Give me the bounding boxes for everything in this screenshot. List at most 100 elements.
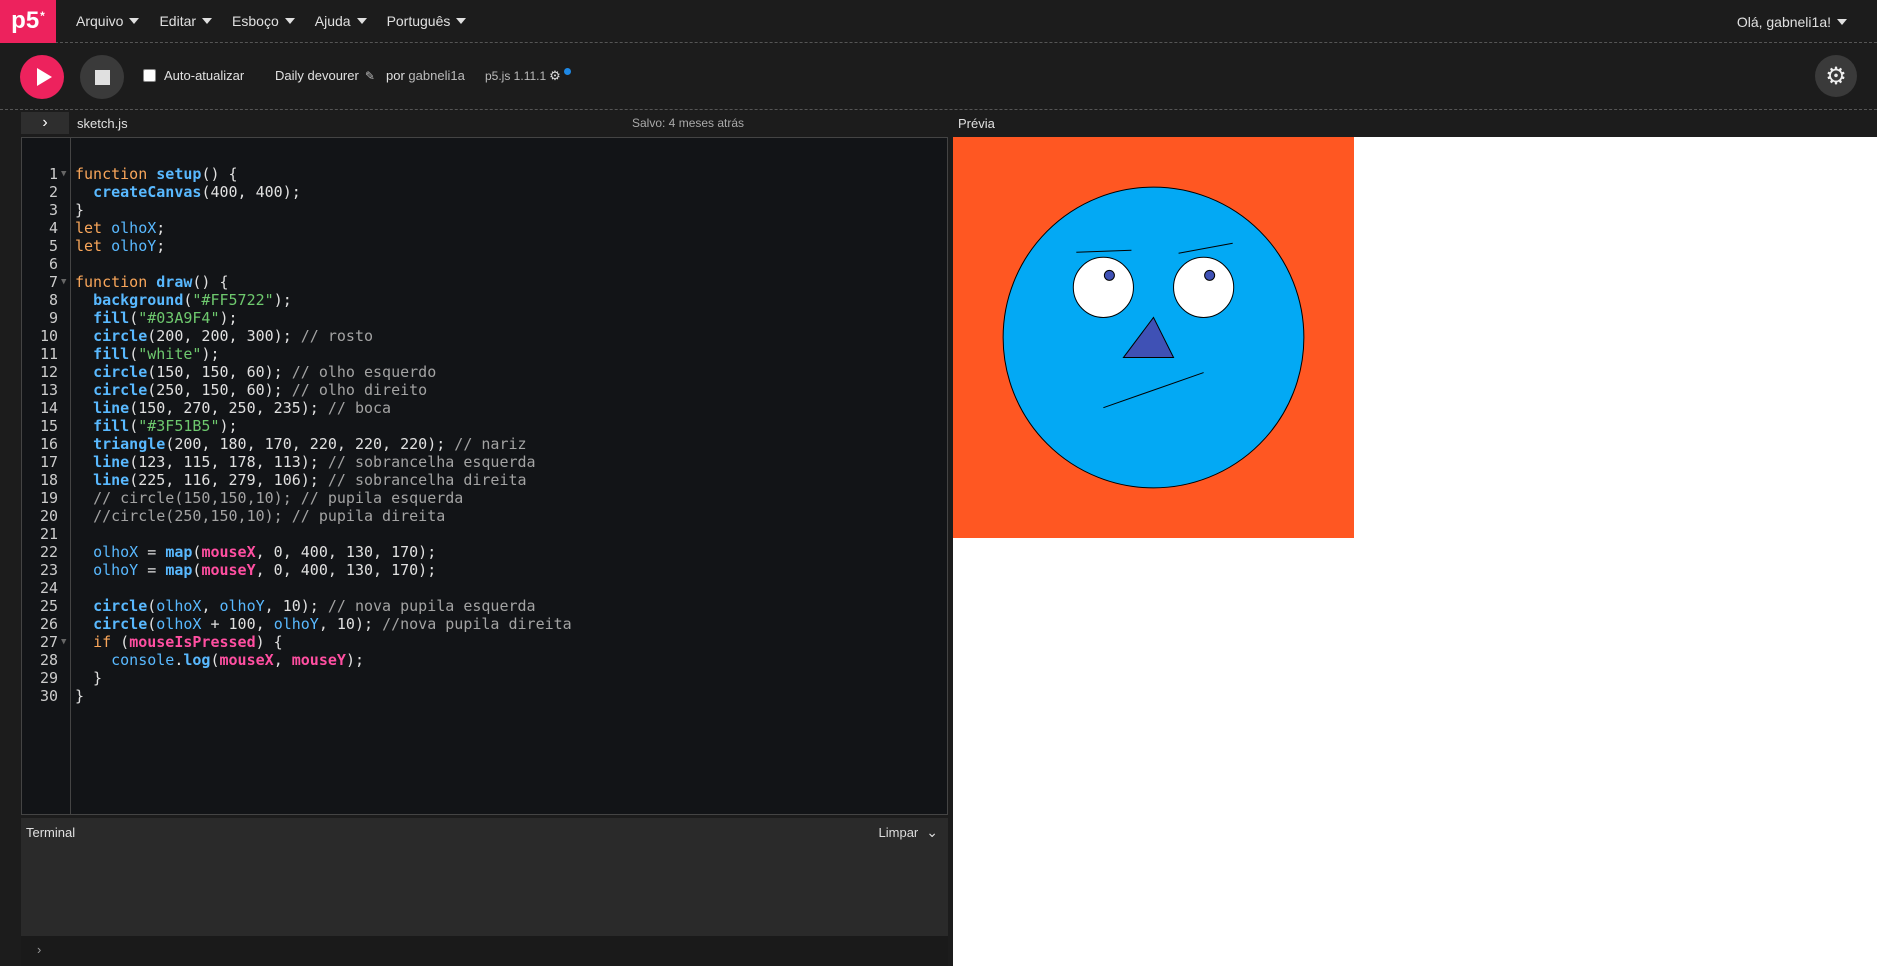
main-menu: Arquivo Editar Esboço Ajuda Português	[66, 0, 476, 43]
line-number: 29	[39, 669, 58, 687]
line-number: 3	[48, 201, 58, 219]
code-line: 3}	[22, 201, 947, 219]
code-editor[interactable]: 1 ▼ function setup() { 2 createCanvas(400,…	[21, 137, 948, 815]
owner-link[interactable]: gabneli1a	[408, 68, 464, 83]
preview-label: Prévia	[958, 116, 995, 131]
line-number: 5	[48, 237, 58, 255]
menu-arquivo[interactable]: Arquivo	[66, 0, 149, 43]
line-number: 12	[39, 363, 58, 381]
sketch-canvas[interactable]	[953, 137, 1354, 538]
code-line: 25 circle(olhoX, olhoY, 10); // nova pup…	[22, 597, 947, 615]
line-number: 17	[39, 453, 58, 471]
p5-version[interactable]: p5.js 1.11.1 ⚙	[485, 67, 571, 84]
user-menu[interactable]: Olá, gabneli1a!	[1737, 0, 1847, 43]
play-button[interactable]	[20, 55, 64, 99]
code-line: 5 let olhoY;	[22, 237, 947, 255]
code-line: 24	[22, 579, 947, 597]
code-line: 23 olhoY = map(mouseY, 0, 400, 130, 170)…	[22, 561, 947, 579]
code-line: 29 }	[22, 669, 947, 687]
line-number: 19	[39, 489, 58, 507]
right-pupil	[1204, 269, 1216, 281]
version-text: p5.js 1.11.1	[485, 69, 547, 83]
code-line: 17 line(123, 115, 178, 113); // sobrance…	[22, 453, 947, 471]
clear-console-button[interactable]: Limpar ⌄	[879, 824, 938, 841]
code-line: 1 ▼ function setup() {	[22, 165, 947, 183]
line-number: 27	[39, 633, 58, 651]
code-line: 30}	[22, 687, 947, 705]
code-line: 21	[22, 525, 947, 543]
code-line: 9 fill("#03A9F4");	[22, 309, 947, 327]
sidebar-toggle-button[interactable]: ›	[21, 112, 69, 134]
file-tab[interactable]: sketch.js	[77, 116, 128, 131]
menu-editar[interactable]: Editar	[149, 0, 222, 43]
line-number: 4	[48, 219, 58, 237]
line-number: 28	[39, 651, 58, 669]
code-line: 14 line(150, 270, 250, 235); // boca	[22, 399, 947, 417]
stop-icon	[94, 69, 110, 85]
logo-asterisk: *	[40, 9, 45, 23]
fold-icon[interactable]: ▼	[61, 273, 66, 291]
code-lines: 1 ▼ function setup() { 2 createCanvas(400,…	[22, 165, 947, 705]
code-line: 10 circle(200, 200, 300); // rosto	[22, 327, 947, 345]
gear-icon: ⚙	[1825, 62, 1847, 90]
line-number: 7	[48, 273, 58, 291]
line-number: 13	[39, 381, 58, 399]
saved-status: Salvo: 4 meses atrás	[632, 116, 745, 130]
stop-button[interactable]	[80, 55, 124, 99]
menu-language-label: Português	[386, 13, 451, 29]
code-line: 16 triangle(200, 180, 170, 220, 220, 220…	[22, 435, 947, 453]
terminal-output	[21, 846, 948, 936]
menu-esboco-label: Esboço	[232, 13, 279, 29]
menu-arquivo-label: Arquivo	[76, 13, 124, 29]
line-number: 30	[39, 687, 58, 705]
terminal-input[interactable]: ›	[21, 936, 948, 966]
fold-icon[interactable]: ▼	[61, 633, 66, 651]
p5-logo[interactable]: p5 *	[0, 0, 56, 43]
autorefresh-label: Auto-atualizar	[164, 68, 245, 83]
code-line: 18 line(225, 116, 279, 106); // sobrance…	[22, 471, 947, 489]
line-number: 20	[39, 507, 58, 525]
toolbar: Auto-atualizar Daily devourer ✎ por gabn…	[0, 44, 1877, 110]
line-number: 8	[48, 291, 58, 309]
line-number: 25	[39, 597, 58, 615]
prompt-chevron-icon: ›	[37, 942, 42, 957]
chevron-down-icon	[456, 18, 467, 24]
line-number: 10	[39, 327, 58, 345]
preview-pane[interactable]	[953, 137, 1877, 966]
line-number: 16	[39, 435, 58, 453]
menu-ajuda-label: Ajuda	[314, 13, 351, 29]
chevron-down-icon	[202, 18, 213, 24]
menu-editar-label: Editar	[159, 13, 197, 29]
menu-ajuda[interactable]: Ajuda	[305, 0, 377, 43]
code-line: 13 circle(250, 150, 60); // olho direito	[22, 381, 947, 399]
code-line: 26 circle(olhoX + 100, olhoY, 10); //nov…	[22, 615, 947, 633]
line-number: 24	[39, 579, 58, 597]
line-number: 15	[39, 417, 58, 435]
settings-button[interactable]: ⚙	[1815, 55, 1857, 97]
code-line: 19 // circle(150,150,10); // pupila esqu…	[22, 489, 947, 507]
right-eye	[1173, 256, 1235, 318]
chevron-down-icon	[1837, 18, 1847, 25]
line-number: 18	[39, 471, 58, 489]
line-number: 6	[48, 255, 58, 273]
user-greeting: Olá, gabneli1a!	[1736, 13, 1831, 30]
line-number: 14	[39, 399, 58, 417]
code-line: 4 let olhoX;	[22, 219, 947, 237]
chevron-down-icon[interactable]: ⌄	[926, 824, 938, 841]
pencil-icon[interactable]: ✎	[365, 69, 375, 83]
line-number: 11	[39, 345, 58, 363]
autorefresh-toggle[interactable]: Auto-atualizar	[143, 68, 244, 83]
by-label: por	[386, 68, 405, 83]
chevron-down-icon	[356, 18, 367, 24]
code-line: 12 circle(150, 150, 60); // olho esquerd…	[22, 363, 947, 381]
menu-language[interactable]: Português	[377, 0, 477, 43]
logo-text: p5	[11, 7, 40, 34]
chevron-down-icon	[129, 18, 140, 24]
fold-icon[interactable]: ▼	[61, 165, 66, 183]
autorefresh-checkbox[interactable]	[143, 69, 156, 82]
clear-label: Limpar	[878, 825, 919, 840]
sketch-name[interactable]: Daily devourer ✎	[275, 68, 375, 83]
terminal-title: Terminal	[26, 824, 76, 840]
line-number: 2	[48, 183, 58, 201]
menu-esboco[interactable]: Esboço	[222, 0, 305, 43]
